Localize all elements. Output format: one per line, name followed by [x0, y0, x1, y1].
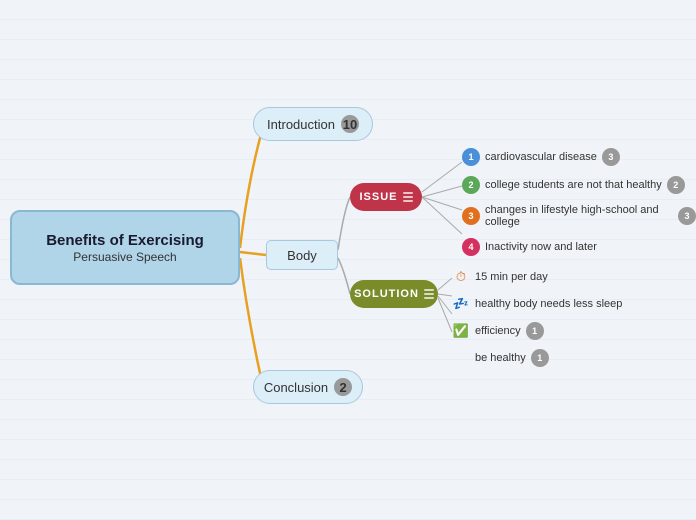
solution-item-4[interactable]: be healthy 1 [452, 349, 622, 367]
issue-node[interactable]: ISSUE [350, 183, 422, 211]
issue-num-2: 2 [462, 176, 480, 194]
issue-item-3[interactable]: 3 changes in lifestyle high-school and c… [462, 204, 696, 228]
issue-num-3: 3 [462, 207, 480, 225]
issue-item-2[interactable]: 2 college students are not that healthy … [462, 176, 696, 194]
issue-text-3: changes in lifestyle high-school and col… [485, 204, 673, 228]
issue-text-1: cardiovascular disease [485, 151, 597, 163]
introduction-node[interactable]: Introduction 10 [253, 107, 373, 141]
solution-text-3: efficiency [475, 325, 521, 337]
issue-badge-3: 3 [678, 207, 696, 225]
solution-node[interactable]: SOLUTION [350, 280, 438, 308]
solution-item-3[interactable]: ✅ efficiency 1 [452, 322, 622, 340]
solution-item-2[interactable]: 💤 healthy body needs less sleep [452, 295, 622, 313]
solution-label: SOLUTION [354, 288, 419, 300]
sleep-icon: 💤 [452, 295, 470, 313]
issue-label: ISSUE [359, 191, 397, 203]
solution-text-1: 15 min per day [475, 271, 548, 283]
solution-badge-4: 1 [531, 349, 549, 367]
issue-menu-icon [403, 192, 413, 202]
central-subtitle: Persuasive Speech [73, 250, 176, 264]
solution-text-2: healthy body needs less sleep [475, 298, 622, 310]
body-label: Body [287, 248, 317, 263]
conclusion-node[interactable]: Conclusion 2 [253, 370, 363, 404]
clock-icon: ⏱ [452, 268, 470, 286]
healthy-icon [452, 349, 470, 367]
central-node: Benefits of Exercising Persuasive Speech [10, 210, 240, 285]
solution-text-4: be healthy [475, 352, 526, 364]
issue-text-4: Inactivity now and later [485, 241, 597, 253]
issue-item-1[interactable]: 1 cardiovascular disease 3 [462, 148, 696, 166]
introduction-label: Introduction [267, 117, 335, 132]
introduction-badge: 10 [341, 115, 359, 133]
issue-text-2: college students are not that healthy [485, 179, 662, 191]
issue-num-1: 1 [462, 148, 480, 166]
body-node[interactable]: Body [266, 240, 338, 270]
check-icon: ✅ [452, 322, 470, 340]
solution-menu-icon [424, 289, 434, 299]
issue-item-4[interactable]: 4 Inactivity now and later [462, 238, 696, 256]
solution-badge-3: 1 [526, 322, 544, 340]
issue-badge-2: 2 [667, 176, 685, 194]
solution-children-list: ⏱ 15 min per day 💤 healthy body needs le… [452, 268, 622, 376]
issue-children-list: 1 cardiovascular disease 3 2 college stu… [462, 148, 696, 266]
central-title: Benefits of Exercising [46, 231, 204, 251]
solution-item-1[interactable]: ⏱ 15 min per day [452, 268, 622, 286]
conclusion-badge: 2 [334, 378, 352, 396]
issue-num-4: 4 [462, 238, 480, 256]
issue-badge-1: 3 [602, 148, 620, 166]
conclusion-label: Conclusion [264, 380, 328, 395]
